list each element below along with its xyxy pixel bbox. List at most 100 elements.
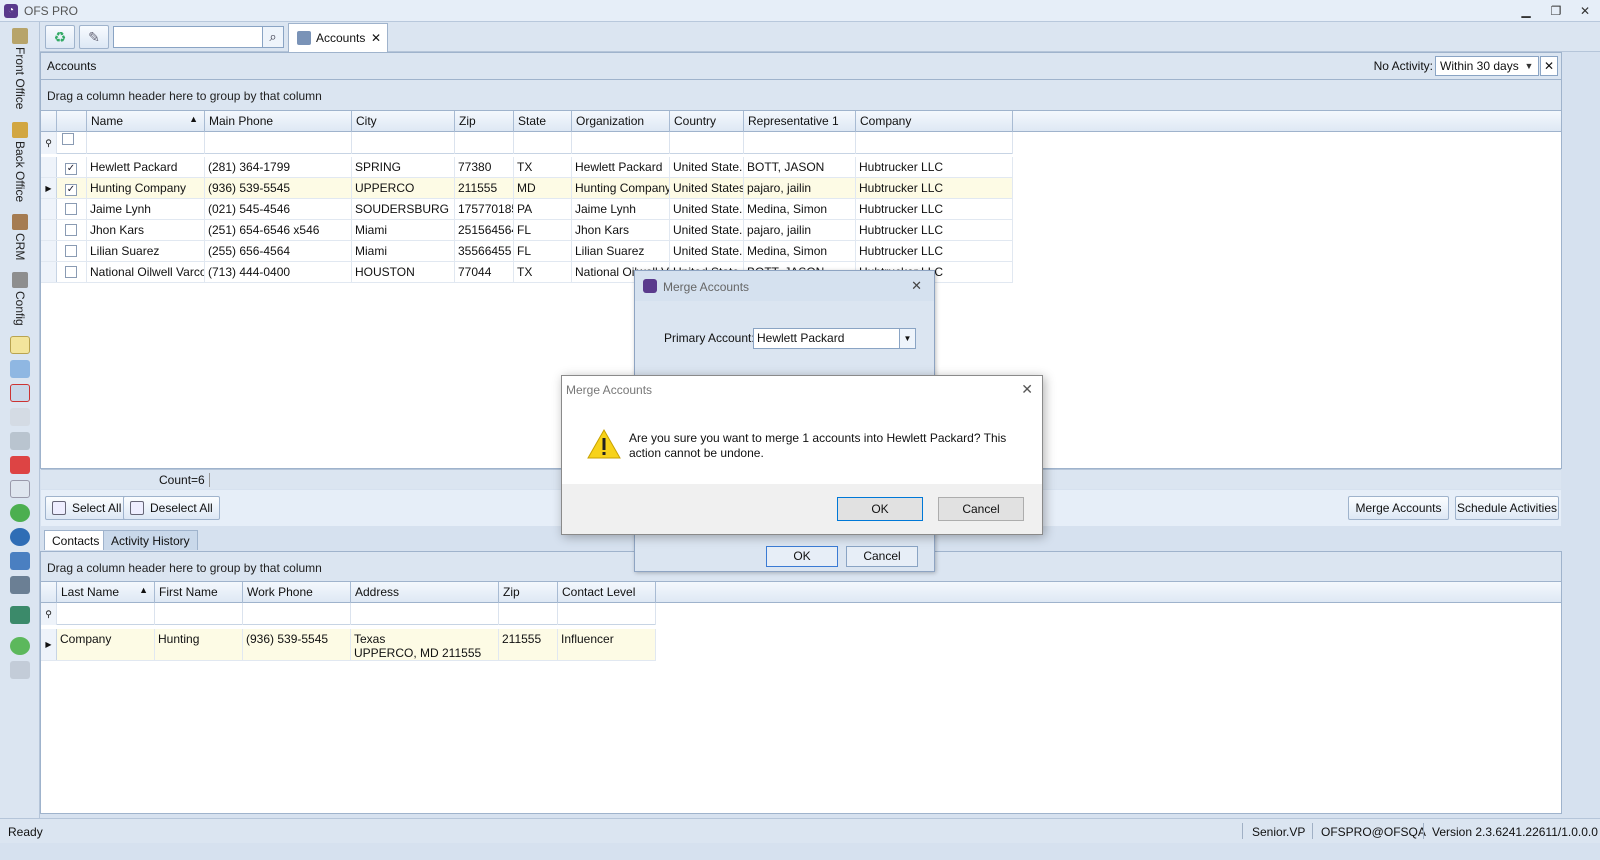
confirm-cancel-button[interactable]: Cancel [938,497,1024,521]
cell-name: Jaime Lynh [87,199,205,220]
merge-accounts-button[interactable]: Merge Accounts [1348,496,1449,520]
row-checkbox[interactable] [65,224,77,236]
minimize-button[interactable]: ▁ [1515,3,1537,19]
clear-filter-button[interactable]: ✕ [1540,56,1558,76]
table-row[interactable]: Jhon Kars (251) 654-6546 x546 Miami 2515… [41,220,1013,241]
calendar-icon[interactable] [10,456,30,474]
stack-icon[interactable] [10,432,30,450]
new-document-icon[interactable] [10,336,30,354]
table-row[interactable]: Jaime Lynh (021) 545-4546 SOUDERSBURG 17… [41,199,1013,220]
filter-country[interactable] [670,132,744,154]
row-checkbox[interactable]: ✓ [65,184,77,196]
help-icon[interactable] [10,637,30,655]
filter-work-phone[interactable] [243,603,351,625]
filter-city[interactable] [352,132,455,154]
row-select-cell[interactable]: ✓ [57,178,87,199]
close-tab-icon[interactable]: ✕ [371,31,381,45]
col-last-name-header[interactable]: Last Name ▲ [57,582,155,603]
close-window-button[interactable]: ✕ [1574,3,1596,19]
filter-first-name[interactable] [155,603,243,625]
col-city-header[interactable]: City [352,111,455,132]
col-representative-header[interactable]: Representative 1 [744,111,856,132]
row-checkbox[interactable] [65,245,77,257]
nav-front-office[interactable]: Front Office [6,28,34,109]
filter-company[interactable] [856,132,1013,154]
restore-button[interactable]: ❐ [1545,3,1567,19]
select-all-checkbox[interactable] [62,133,74,145]
tab-activity-history[interactable]: Activity History [103,530,198,550]
filter-zip[interactable] [455,132,514,154]
row-select-cell[interactable] [57,199,87,220]
merge-dialog-close-icon[interactable]: ✕ [911,278,922,294]
row-select-cell[interactable]: ✓ [57,157,87,178]
nav-back-office[interactable]: Back Office [6,122,34,202]
copy-icon[interactable] [10,408,30,426]
col-work-phone-header[interactable]: Work Phone [243,582,351,603]
accounts-filter-row[interactable]: ⚲ [41,132,1013,154]
monitor-icon[interactable] [10,606,30,624]
row-select-cell[interactable] [57,262,87,283]
filter-phone[interactable] [205,132,352,154]
tab-accounts[interactable]: Accounts ✕ [288,23,388,52]
col-first-name-header[interactable]: First Name [155,582,243,603]
col-address-header[interactable]: Address [351,582,499,603]
select-all-button[interactable]: Select All [45,496,129,520]
globe-icon[interactable] [10,528,30,546]
mail-icon[interactable] [10,661,30,679]
col-main-phone-header[interactable]: Main Phone [205,111,352,132]
calculator-icon[interactable] [10,576,30,594]
merge-cancel-button[interactable]: Cancel [846,546,918,567]
nav-config[interactable]: Config [6,272,34,326]
row-checkbox[interactable]: ✓ [65,163,77,175]
table-row[interactable]: ▶ ✓ Hunting Company (936) 539-5545 UPPER… [41,178,1013,199]
filter-last-name[interactable] [57,603,155,625]
confirm-dialog-close-icon[interactable]: ✕ [1021,381,1033,398]
col-country-header[interactable]: Country [670,111,744,132]
filter-state[interactable] [514,132,572,154]
deselect-all-button[interactable]: Deselect All [123,496,220,520]
schedule-activities-button[interactable]: Schedule Activities [1455,496,1559,520]
grid-delete-icon[interactable] [10,384,30,402]
refresh-green-icon[interactable] [10,504,30,522]
row-select-cell[interactable] [57,241,87,262]
filter-name[interactable] [87,132,205,154]
filter-rep[interactable] [744,132,856,154]
confirm-ok-button[interactable]: OK [837,497,923,521]
window-icon[interactable] [10,552,30,570]
search-input[interactable] [113,26,263,48]
col-organization-header[interactable]: Organization [572,111,670,132]
tab-accounts-label: Accounts [316,31,366,45]
cell-zip: 175770185 [455,199,514,220]
grid-edit-icon[interactable] [10,360,30,378]
col-name-header[interactable]: Name ▲ [87,111,205,132]
col-contact-zip-header[interactable]: Zip [499,582,558,603]
primary-account-select[interactable]: Hewlett Packard ▼ [753,328,916,349]
col-state-header[interactable]: State [514,111,572,132]
cell-organization: Hewlett Packard [572,157,670,178]
eraser-button[interactable]: ✎ [79,25,109,49]
table-row[interactable]: ✓ Hewlett Packard (281) 364-1799 SPRING … [41,157,1013,178]
col-company-header[interactable]: Company [856,111,1013,132]
contact-row[interactable]: ▶ Company Hunting (936) 539-5545 Texas U… [41,629,656,661]
contacts-filter-row[interactable]: ⚲ [41,603,656,625]
search-button[interactable]: ⌕ [262,26,284,48]
filter-select-cell[interactable] [57,132,87,154]
tab-contacts[interactable]: Contacts [44,530,108,550]
filter-contact-level[interactable] [558,603,656,625]
cell-contact-level: Influencer [558,629,656,661]
filter-address[interactable] [351,603,499,625]
filter-contact-zip[interactable] [499,603,558,625]
nav-crm[interactable]: CRM [6,214,34,260]
col-contact-level-header[interactable]: Contact Level [558,582,656,603]
row-select-cell[interactable] [57,220,87,241]
no-activity-select[interactable]: Within 30 days ▼ [1435,56,1539,76]
merge-dialog-titlebar: Merge Accounts ✕ [635,271,934,301]
recycle-button[interactable]: ♻ [45,25,75,49]
row-checkbox[interactable] [65,203,77,215]
col-zip-header[interactable]: Zip [455,111,514,132]
table-row[interactable]: Lilian Suarez (255) 656-4564 Miami 35566… [41,241,1013,262]
list-icon[interactable] [10,480,30,498]
filter-org[interactable] [572,132,670,154]
merge-ok-button[interactable]: OK [766,546,838,567]
row-checkbox[interactable] [65,266,77,278]
